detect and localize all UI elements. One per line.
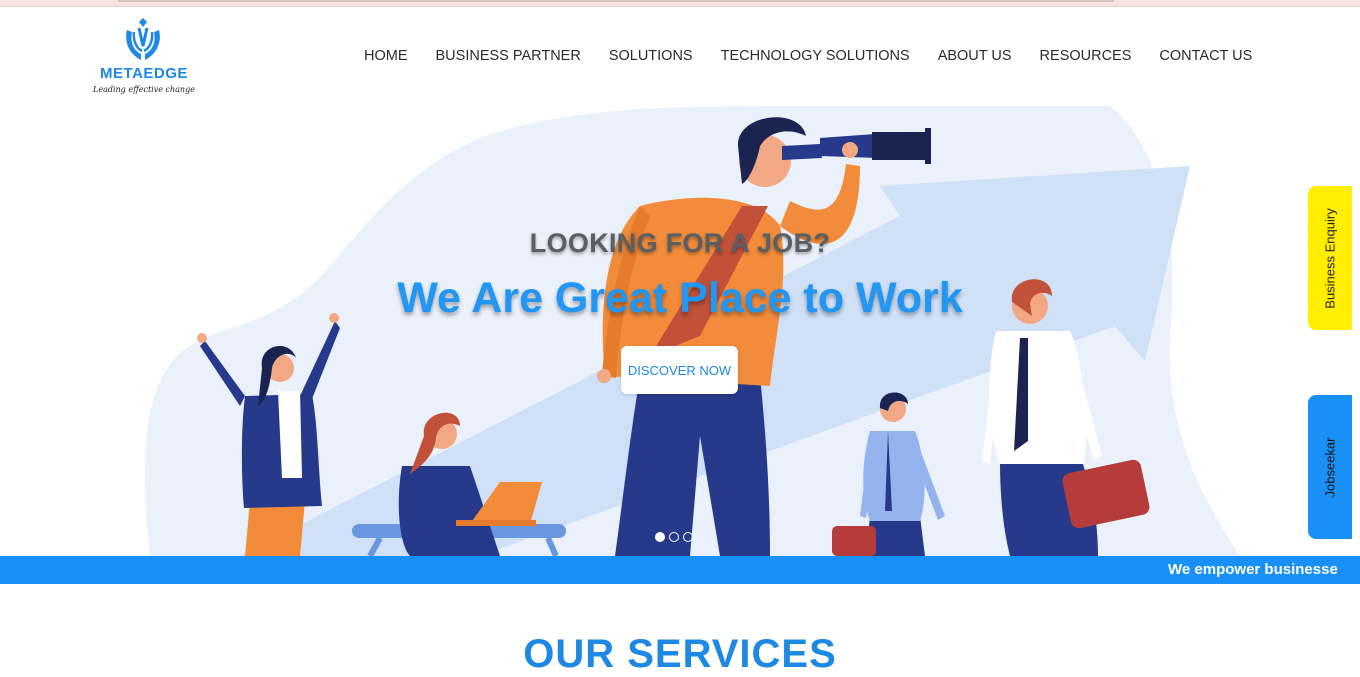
business-enquiry-label: Business Enquiry xyxy=(1322,207,1338,309)
nav-home[interactable]: HOME xyxy=(350,46,422,66)
nav-contact-us[interactable]: CONTACT US xyxy=(1145,46,1266,66)
main-nav: HOME BUSINESS PARTNER SOLUTIONS TECHNOLO… xyxy=(350,46,1266,66)
services-heading: OUR SERVICES xyxy=(523,632,837,676)
nav-resources[interactable]: RESOURCES xyxy=(1026,46,1146,66)
brand-name: METAEDGE xyxy=(100,65,188,82)
brand-tagline: Leading effective change xyxy=(93,85,195,94)
browser-tab-line xyxy=(118,0,1114,2)
slider-dot-3[interactable] xyxy=(683,532,693,542)
business-enquiry-tab[interactable]: Business Enquiry xyxy=(1308,186,1352,330)
hero-title: We Are Great Place to Work xyxy=(397,274,963,322)
discover-now-button[interactable]: DISCOVER NOW xyxy=(621,346,738,394)
hero-illustration xyxy=(144,106,1241,556)
slider-dots xyxy=(655,532,693,542)
hero-kicker: LOOKING FOR A JOB? xyxy=(529,228,831,258)
brand-logo[interactable]: METAEDGE Leading effective change xyxy=(92,16,196,100)
nav-solutions[interactable]: SOLUTIONS xyxy=(595,46,707,66)
logo-hands-icon xyxy=(126,18,160,60)
nav-business-partner[interactable]: BUSINESS PARTNER xyxy=(422,46,595,66)
announcement-ticker: We empower businesse xyxy=(0,556,1360,584)
ticker-text: We empower businesse xyxy=(1168,561,1338,578)
browser-tab-strip xyxy=(0,0,1360,7)
nav-about-us[interactable]: ABOUT US xyxy=(924,46,1026,66)
slider-dot-1[interactable] xyxy=(655,532,665,542)
nav-technology-solutions[interactable]: TECHNOLOGY SOLUTIONS xyxy=(707,46,924,66)
jobseeker-label: Jobseekar xyxy=(1322,437,1338,497)
jobseeker-tab[interactable]: Jobseekar xyxy=(1308,395,1352,539)
hero-slider: LOOKING FOR A JOB? We Are Great Place to… xyxy=(0,106,1360,556)
slider-dot-2[interactable] xyxy=(669,532,679,542)
